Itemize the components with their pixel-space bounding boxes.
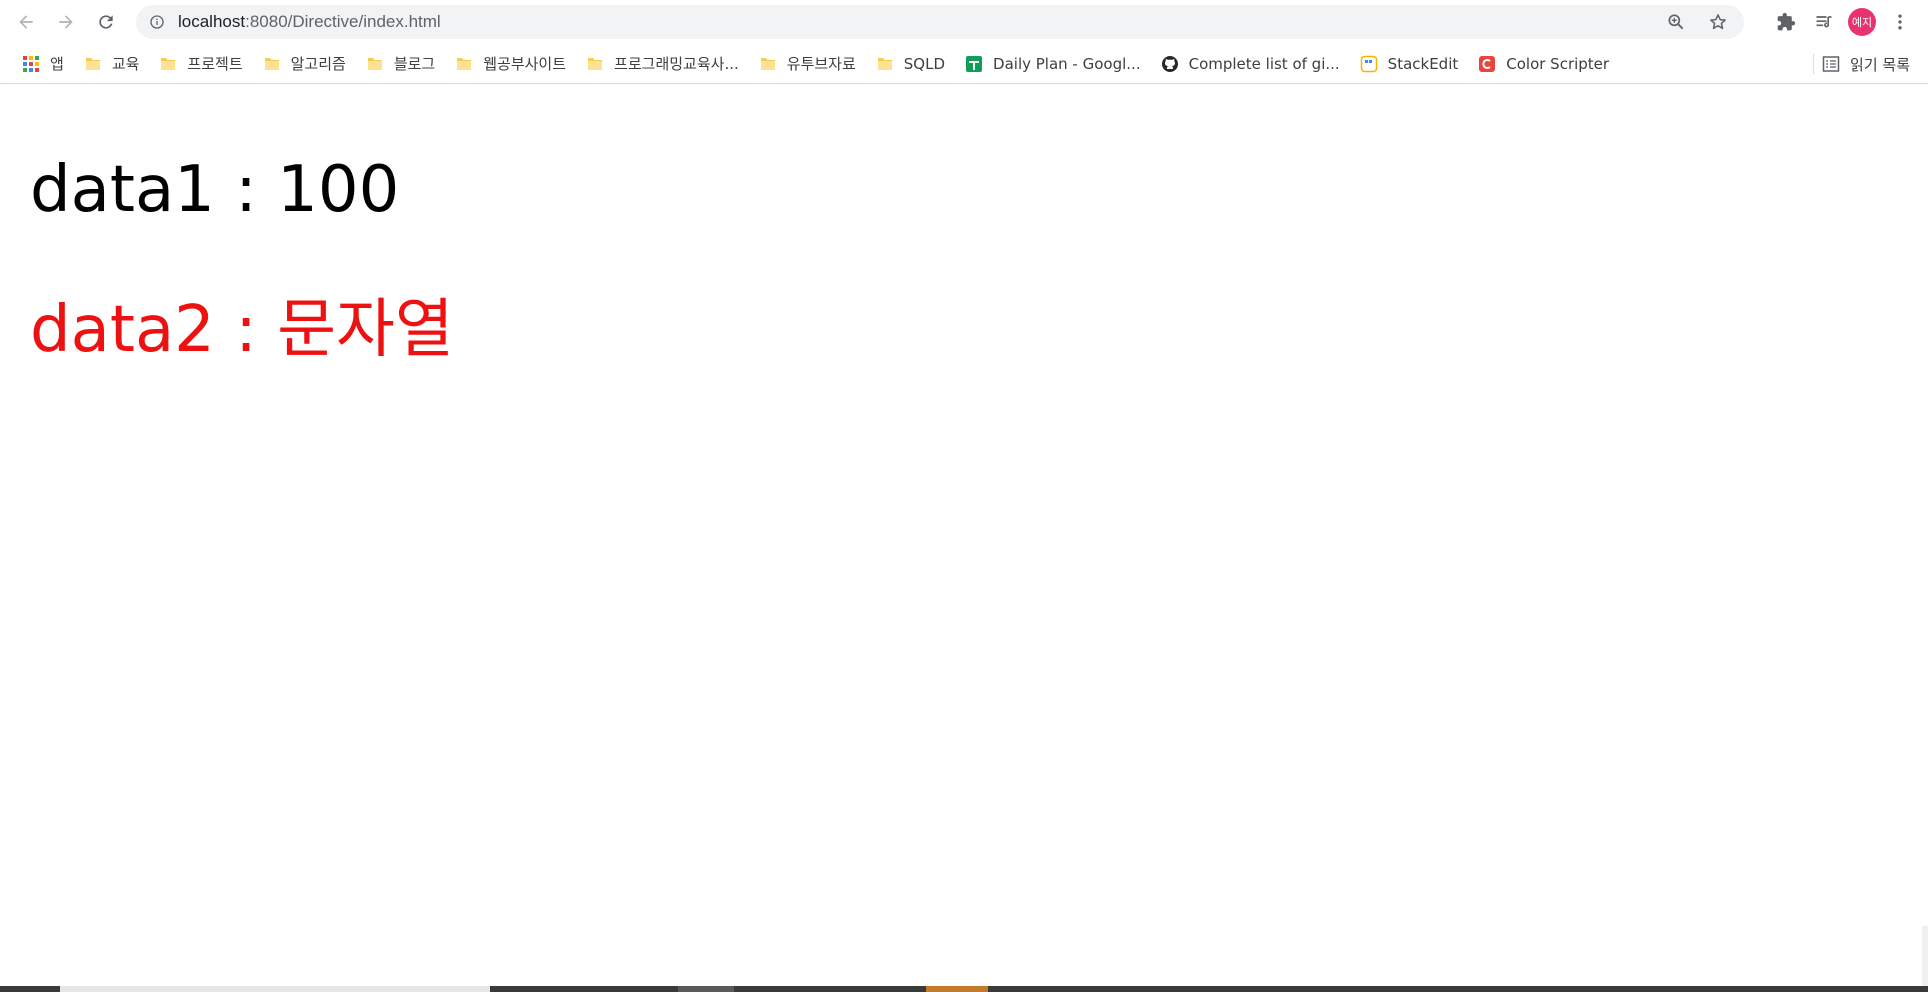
- data2-text: data2 : 문자열: [30, 293, 454, 367]
- bookmark-daily-plan[interactable]: Daily Plan - Googl...: [957, 50, 1149, 78]
- bookmarks-separator: [1813, 54, 1815, 74]
- bookmark-folder-web-study[interactable]: 웹공부사이트: [447, 50, 574, 78]
- reading-list-icon: [1822, 55, 1840, 73]
- url-host: localhost: [178, 12, 246, 31]
- bookmark-label: 블로그: [393, 55, 436, 73]
- reload-icon: [99, 15, 113, 29]
- bookmark-label: StackEdit: [1387, 54, 1459, 73]
- apps-grid-icon: [22, 55, 40, 73]
- site-info-icon[interactable]: [148, 13, 166, 31]
- folder-icon: [84, 55, 102, 73]
- folder-icon: [586, 55, 604, 73]
- bookmark-github-list[interactable]: Complete list of gi...: [1153, 50, 1348, 78]
- bookmark-apps[interactable]: 앱: [14, 50, 72, 78]
- back-button[interactable]: [10, 6, 42, 38]
- folder-icon: [263, 55, 281, 73]
- scrollbar-edge: [1922, 926, 1928, 986]
- forward-arrow-icon: [59, 15, 73, 29]
- bookmark-folder-education[interactable]: 교육: [76, 50, 148, 78]
- bookmark-folder-blog[interactable]: 블로그: [358, 50, 443, 78]
- color-scripter-icon: [1478, 55, 1496, 73]
- bookmark-label: Complete list of gi...: [1188, 54, 1340, 73]
- bookmarks-bar: 앱 교육 프로젝트 알고리즘 블로그 웹공부사이트 프로그래밍교육사... 유투…: [0, 44, 1928, 84]
- github-icon: [1161, 55, 1179, 73]
- url-text[interactable]: localhost:8080/Directive/index.html: [178, 12, 441, 32]
- folder-icon: [759, 55, 777, 73]
- reading-list-label: 읽기 목록: [1850, 55, 1910, 74]
- reload-button[interactable]: [90, 6, 122, 38]
- bookmark-folder-algorithm[interactable]: 알고리즘: [255, 50, 354, 78]
- taskbar-segment: [926, 986, 988, 992]
- bookmark-folder-programming-edu[interactable]: 프로그래밍교육사...: [578, 50, 747, 78]
- profile-avatar[interactable]: 예지: [1848, 8, 1876, 36]
- folder-icon: [455, 55, 473, 73]
- address-bar[interactable]: localhost:8080/Directive/index.html: [136, 5, 1744, 39]
- media-queue-icon[interactable]: [1810, 8, 1838, 36]
- bookmark-label: Color Scripter: [1506, 54, 1610, 73]
- menu-kebab-icon[interactable]: [1886, 8, 1914, 36]
- back-arrow-icon: [19, 15, 33, 29]
- bookmark-folder-youtube[interactable]: 유투브자료: [751, 50, 864, 78]
- folder-icon: [159, 55, 177, 73]
- url-path: :8080/Directive/index.html: [245, 12, 441, 31]
- bookmark-star-icon[interactable]: [1704, 8, 1732, 36]
- toolbar-actions: 예지: [1772, 0, 1928, 44]
- bookmark-label: 유투브자료: [786, 55, 856, 73]
- folder-icon: [876, 55, 894, 73]
- taskbar-strip: [0, 986, 1928, 992]
- folder-icon: [366, 55, 384, 73]
- bookmark-label: Daily Plan - Googl...: [993, 54, 1141, 73]
- bookmark-color-scripter[interactable]: Color Scripter: [1470, 50, 1617, 78]
- extensions-puzzle-icon[interactable]: [1772, 8, 1800, 36]
- bookmark-label: 앱: [50, 55, 64, 73]
- bookmark-folder-project[interactable]: 프로젝트: [151, 50, 250, 78]
- bookmark-label: 프로그래밍교육사...: [614, 55, 739, 73]
- bookmark-stackedit[interactable]: StackEdit: [1352, 50, 1467, 78]
- zoom-icon[interactable]: [1662, 8, 1690, 36]
- data1-text: data1 : 100: [30, 153, 400, 227]
- reading-list-button[interactable]: 읽기 목록: [1805, 50, 1918, 78]
- stackedit-icon: [1360, 55, 1378, 73]
- bookmark-label: SQLD: [903, 54, 946, 73]
- bookmark-label: 프로젝트: [187, 55, 243, 73]
- bookmark-label: 알고리즘: [290, 55, 346, 73]
- bookmark-label: 교육: [111, 55, 140, 73]
- taskbar-segment: [678, 986, 734, 992]
- bookmark-folder-sqld[interactable]: SQLD: [868, 50, 953, 78]
- google-sheets-icon: [965, 55, 983, 73]
- bookmark-label: 웹공부사이트: [483, 55, 567, 73]
- browser-toolbar: localhost:8080/Directive/index.html 예지: [0, 0, 1928, 44]
- forward-button[interactable]: [50, 6, 82, 38]
- taskbar-active-segment: [60, 986, 490, 992]
